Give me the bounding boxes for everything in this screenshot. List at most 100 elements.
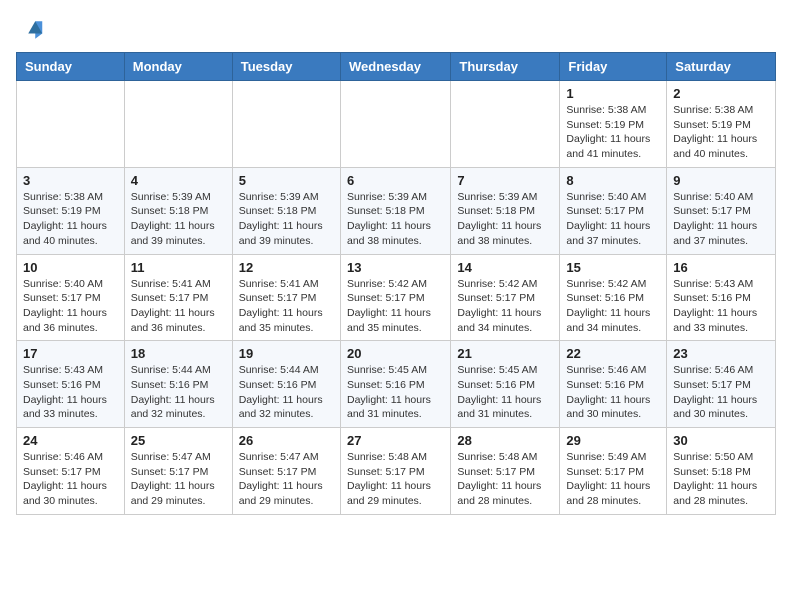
calendar-cell: 12 Sunrise: 5:41 AM Sunset: 5:17 PM Dayli… bbox=[232, 254, 340, 341]
day-info: Sunrise: 5:39 AM Sunset: 5:18 PM Dayligh… bbox=[347, 190, 444, 249]
day-number: 29 bbox=[566, 433, 660, 448]
day-number: 4 bbox=[131, 173, 226, 188]
calendar-header-thursday: Thursday bbox=[451, 53, 560, 81]
day-info: Sunrise: 5:45 AM Sunset: 5:16 PM Dayligh… bbox=[457, 363, 553, 422]
day-number: 12 bbox=[239, 260, 334, 275]
calendar-cell: 3 Sunrise: 5:38 AM Sunset: 5:19 PM Daylig… bbox=[17, 167, 125, 254]
day-info: Sunrise: 5:42 AM Sunset: 5:16 PM Dayligh… bbox=[566, 277, 660, 336]
day-number: 10 bbox=[23, 260, 118, 275]
day-info: Sunrise: 5:47 AM Sunset: 5:17 PM Dayligh… bbox=[239, 450, 334, 509]
calendar-cell bbox=[124, 81, 232, 168]
calendar-cell: 26Sunrise: 5:47 AM Sunset: 5:17 PM Dayli… bbox=[232, 428, 340, 515]
day-number: 19 bbox=[239, 346, 334, 361]
calendar-header-row: SundayMondayTuesdayWednesdayThursdayFrid… bbox=[17, 53, 776, 81]
day-number: 20 bbox=[347, 346, 444, 361]
day-number: 18 bbox=[131, 346, 226, 361]
day-info: Sunrise: 5:48 AM Sunset: 5:17 PM Dayligh… bbox=[457, 450, 553, 509]
calendar-header-monday: Monday bbox=[124, 53, 232, 81]
day-info: Sunrise: 5:44 AM Sunset: 5:16 PM Dayligh… bbox=[239, 363, 334, 422]
calendar-cell: 10 Sunrise: 5:40 AM Sunset: 5:17 PM Dayli… bbox=[17, 254, 125, 341]
calendar-cell: 8 Sunrise: 5:40 AM Sunset: 5:17 PM Daylig… bbox=[560, 167, 667, 254]
day-number: 17 bbox=[23, 346, 118, 361]
calendar-header-sunday: Sunday bbox=[17, 53, 125, 81]
day-number: 16 bbox=[673, 260, 769, 275]
calendar-cell: 24 Sunrise: 5:46 AM Sunset: 5:17 PM Dayli… bbox=[17, 428, 125, 515]
day-number: 23 bbox=[673, 346, 769, 361]
calendar-header-saturday: Saturday bbox=[667, 53, 776, 81]
day-number: 8 bbox=[566, 173, 660, 188]
day-info: Sunrise: 5:46 AM Sunset: 5:17 PM Dayligh… bbox=[23, 450, 118, 509]
calendar-week-row: 3 Sunrise: 5:38 AM Sunset: 5:19 PM Daylig… bbox=[17, 167, 776, 254]
calendar-cell: 23 Sunrise: 5:46 AM Sunset: 5:17 PM Dayli… bbox=[667, 341, 776, 428]
calendar-cell: 7 Sunrise: 5:39 AM Sunset: 5:18 PM Daylig… bbox=[451, 167, 560, 254]
calendar-table: SundayMondayTuesdayWednesdayThursdayFrid… bbox=[16, 52, 776, 515]
calendar-week-row: 17Sunrise: 5:43 AM Sunset: 5:16 PM Dayli… bbox=[17, 341, 776, 428]
day-info: Sunrise: 5:40 AM Sunset: 5:17 PM Dayligh… bbox=[23, 277, 118, 336]
day-number: 24 bbox=[23, 433, 118, 448]
day-info: Sunrise: 5:47 AM Sunset: 5:17 PM Dayligh… bbox=[131, 450, 226, 509]
day-number: 25 bbox=[131, 433, 226, 448]
calendar-cell: 29 Sunrise: 5:49 AM Sunset: 5:17 PM Dayli… bbox=[560, 428, 667, 515]
day-info: Sunrise: 5:41 AM Sunset: 5:17 PM Dayligh… bbox=[239, 277, 334, 336]
calendar-cell: 28 Sunrise: 5:48 AM Sunset: 5:17 PM Dayli… bbox=[451, 428, 560, 515]
day-info: Sunrise: 5:40 AM Sunset: 5:17 PM Dayligh… bbox=[673, 190, 769, 249]
day-number: 3 bbox=[23, 173, 118, 188]
day-number: 27 bbox=[347, 433, 444, 448]
day-info: Sunrise: 5:38 AM Sunset: 5:19 PM Dayligh… bbox=[23, 190, 118, 249]
day-info: Sunrise: 5:38 AM Sunset: 5:19 PM Dayligh… bbox=[673, 103, 769, 162]
day-info: Sunrise: 5:50 AM Sunset: 5:18 PM Dayligh… bbox=[673, 450, 769, 509]
calendar-cell bbox=[232, 81, 340, 168]
calendar-cell: 13 Sunrise: 5:42 AM Sunset: 5:17 PM Dayli… bbox=[340, 254, 450, 341]
calendar-week-row: 1 Sunrise: 5:38 AM Sunset: 5:19 PM Daylig… bbox=[17, 81, 776, 168]
day-number: 30 bbox=[673, 433, 769, 448]
day-number: 5 bbox=[239, 173, 334, 188]
day-info: Sunrise: 5:49 AM Sunset: 5:17 PM Dayligh… bbox=[566, 450, 660, 509]
day-number: 7 bbox=[457, 173, 553, 188]
day-info: Sunrise: 5:39 AM Sunset: 5:18 PM Dayligh… bbox=[239, 190, 334, 249]
calendar-cell: 30 Sunrise: 5:50 AM Sunset: 5:18 PM Dayli… bbox=[667, 428, 776, 515]
day-info: Sunrise: 5:40 AM Sunset: 5:17 PM Dayligh… bbox=[566, 190, 660, 249]
calendar-cell: 20 Sunrise: 5:45 AM Sunset: 5:16 PM Dayli… bbox=[340, 341, 450, 428]
calendar-cell: 25 Sunrise: 5:47 AM Sunset: 5:17 PM Dayli… bbox=[124, 428, 232, 515]
calendar-cell bbox=[451, 81, 560, 168]
day-info: Sunrise: 5:46 AM Sunset: 5:17 PM Dayligh… bbox=[673, 363, 769, 422]
day-number: 6 bbox=[347, 173, 444, 188]
day-number: 1 bbox=[566, 86, 660, 101]
day-info: Sunrise: 5:39 AM Sunset: 5:18 PM Dayligh… bbox=[457, 190, 553, 249]
day-info: Sunrise: 5:45 AM Sunset: 5:16 PM Dayligh… bbox=[347, 363, 444, 422]
calendar-header-wednesday: Wednesday bbox=[340, 53, 450, 81]
calendar-cell: 14 Sunrise: 5:42 AM Sunset: 5:17 PM Dayli… bbox=[451, 254, 560, 341]
day-number: 22 bbox=[566, 346, 660, 361]
calendar-cell: 15 Sunrise: 5:42 AM Sunset: 5:16 PM Dayli… bbox=[560, 254, 667, 341]
calendar-week-row: 10 Sunrise: 5:40 AM Sunset: 5:17 PM Dayli… bbox=[17, 254, 776, 341]
calendar-cell: 16Sunrise: 5:43 AM Sunset: 5:16 PM Dayli… bbox=[667, 254, 776, 341]
calendar-cell bbox=[17, 81, 125, 168]
calendar-cell: 21 Sunrise: 5:45 AM Sunset: 5:16 PM Dayli… bbox=[451, 341, 560, 428]
calendar-cell bbox=[340, 81, 450, 168]
calendar-cell: 27 Sunrise: 5:48 AM Sunset: 5:17 PM Dayli… bbox=[340, 428, 450, 515]
calendar-cell: 6 Sunrise: 5:39 AM Sunset: 5:18 PM Daylig… bbox=[340, 167, 450, 254]
day-info: Sunrise: 5:46 AM Sunset: 5:16 PM Dayligh… bbox=[566, 363, 660, 422]
calendar-cell: 19 Sunrise: 5:44 AM Sunset: 5:16 PM Dayli… bbox=[232, 341, 340, 428]
day-number: 13 bbox=[347, 260, 444, 275]
day-number: 28 bbox=[457, 433, 553, 448]
day-info: Sunrise: 5:42 AM Sunset: 5:17 PM Dayligh… bbox=[457, 277, 553, 336]
day-number: 14 bbox=[457, 260, 553, 275]
page-header bbox=[16, 16, 776, 44]
calendar-header-tuesday: Tuesday bbox=[232, 53, 340, 81]
calendar-cell: 2 Sunrise: 5:38 AM Sunset: 5:19 PM Daylig… bbox=[667, 81, 776, 168]
day-info: Sunrise: 5:48 AM Sunset: 5:17 PM Dayligh… bbox=[347, 450, 444, 509]
calendar-cell: 1Sunrise: 5:38 AM Sunset: 5:19 PM Daylig… bbox=[560, 81, 667, 168]
day-number: 2 bbox=[673, 86, 769, 101]
calendar-cell: 5 Sunrise: 5:39 AM Sunset: 5:18 PM Daylig… bbox=[232, 167, 340, 254]
calendar-header-friday: Friday bbox=[560, 53, 667, 81]
calendar-cell: 11Sunrise: 5:41 AM Sunset: 5:17 PM Dayli… bbox=[124, 254, 232, 341]
day-number: 21 bbox=[457, 346, 553, 361]
day-info: Sunrise: 5:39 AM Sunset: 5:18 PM Dayligh… bbox=[131, 190, 226, 249]
day-info: Sunrise: 5:44 AM Sunset: 5:16 PM Dayligh… bbox=[131, 363, 226, 422]
day-number: 11 bbox=[131, 260, 226, 275]
calendar-week-row: 24 Sunrise: 5:46 AM Sunset: 5:17 PM Dayli… bbox=[17, 428, 776, 515]
calendar-cell: 4 Sunrise: 5:39 AM Sunset: 5:18 PM Daylig… bbox=[124, 167, 232, 254]
day-info: Sunrise: 5:42 AM Sunset: 5:17 PM Dayligh… bbox=[347, 277, 444, 336]
day-number: 15 bbox=[566, 260, 660, 275]
